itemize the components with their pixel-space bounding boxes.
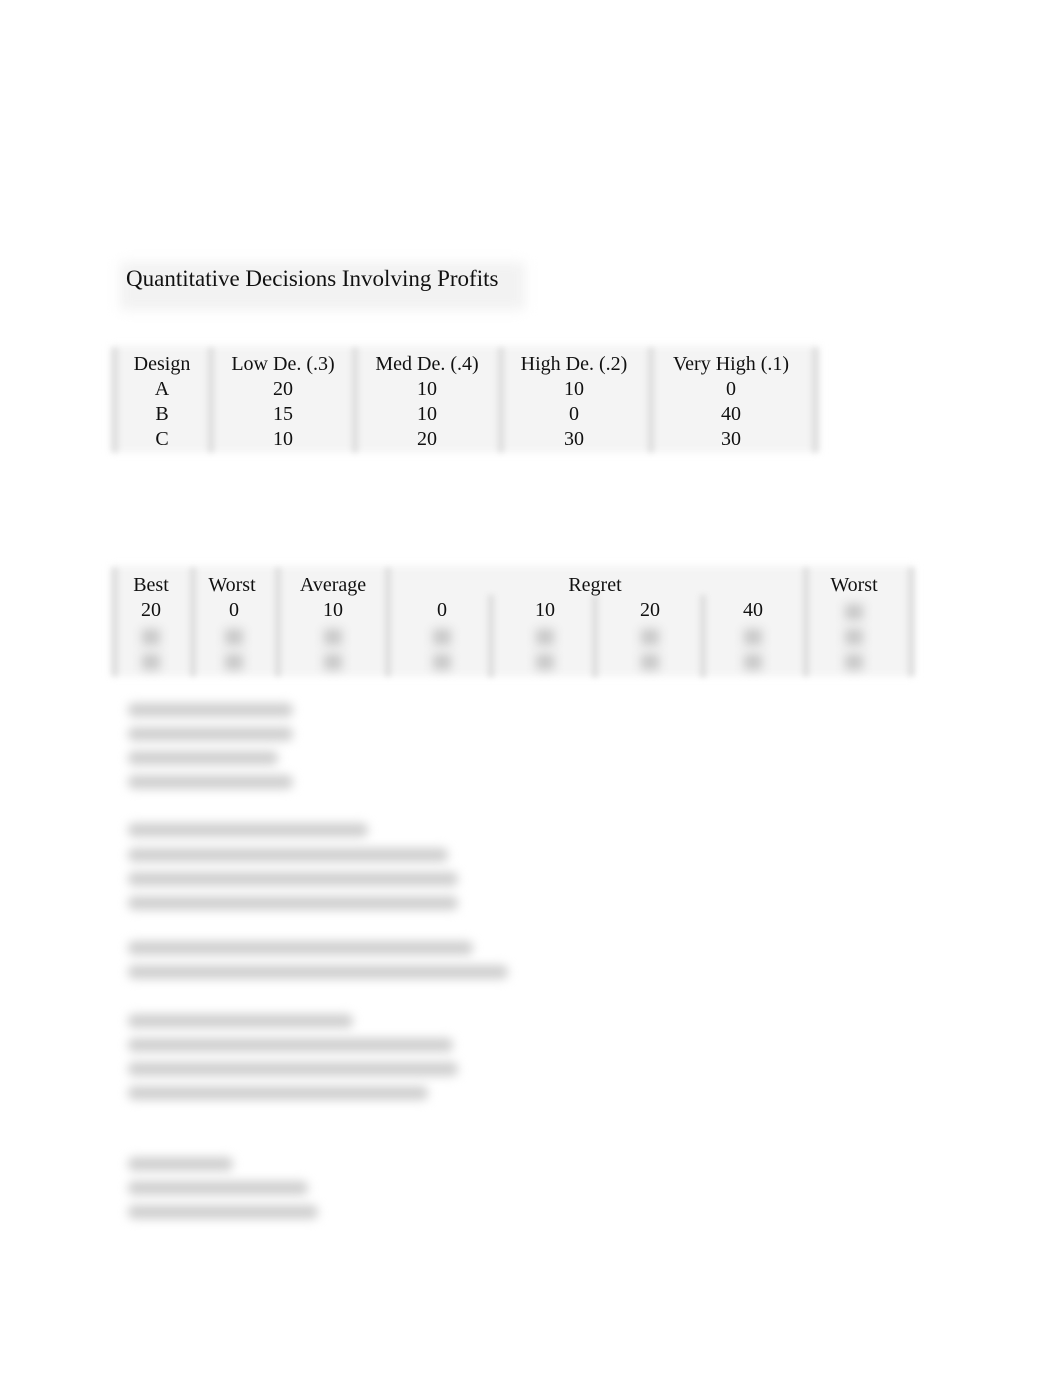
blurred-text-line [128, 1086, 428, 1100]
blurred-text-line [128, 751, 278, 765]
blurred-cell [744, 629, 762, 645]
blurred-text-line [128, 823, 368, 837]
blurred-text-line [128, 775, 293, 789]
table-cell: 10 [417, 403, 437, 425]
blurred-cell [845, 604, 863, 620]
blurred-text-line [128, 1062, 458, 1076]
table-cell: 0 [569, 403, 579, 425]
blurred-cell [641, 654, 659, 670]
table-cell: 0 [726, 378, 736, 400]
table-cell: C [155, 428, 169, 450]
blurred-text-line [128, 965, 508, 979]
table-cell: 30 [721, 428, 741, 450]
table-cell: 40 [721, 403, 741, 425]
blurred-text-line [128, 703, 293, 717]
blurred-cell [845, 629, 863, 645]
table-cell: 0 [437, 599, 447, 621]
table-cell: 15 [273, 403, 293, 425]
blurred-cell [536, 654, 554, 670]
table-header: Best [133, 574, 169, 596]
blurred-cell [142, 629, 160, 645]
column-divider [352, 348, 358, 452]
table-header: Average [299, 574, 367, 596]
blurred-text-line [128, 848, 448, 862]
table-cell: 30 [564, 428, 584, 450]
table-cell: 10 [273, 428, 293, 450]
table-cell: 0 [229, 599, 239, 621]
column-divider [112, 348, 118, 452]
table-header: Design [133, 353, 191, 375]
blurred-text-line [128, 941, 473, 955]
table-header: Worst [208, 574, 256, 596]
table-cell: 20 [640, 599, 660, 621]
column-divider [648, 348, 654, 452]
column-divider [488, 595, 494, 677]
blurred-cell [433, 654, 451, 670]
table-cell: 10 [323, 599, 343, 621]
table-header: Very High (.1) [672, 353, 790, 375]
blurred-text-line [128, 1157, 233, 1171]
table-cell: A [154, 378, 170, 400]
column-divider [498, 348, 504, 452]
blurred-cell [225, 629, 243, 645]
column-divider [190, 568, 196, 676]
blurred-text-line [128, 727, 293, 741]
table-cell: 20 [273, 378, 293, 400]
blurred-text-line [128, 872, 458, 886]
column-divider [812, 348, 818, 452]
table-cell: 10 [564, 378, 584, 400]
column-divider [803, 568, 809, 676]
table-cell: 10 [535, 599, 555, 621]
blurred-text-line [128, 1205, 318, 1219]
table-cell: 10 [417, 378, 437, 400]
blurred-cell [744, 654, 762, 670]
blurred-cell [142, 654, 160, 670]
column-divider [112, 568, 118, 676]
blurred-cell [536, 629, 554, 645]
blurred-cell [641, 629, 659, 645]
column-divider [208, 348, 214, 452]
table-header: High De. (.2) [520, 353, 628, 375]
table-header: Low De. (.3) [231, 353, 335, 375]
column-divider [385, 568, 391, 676]
blurred-cell [324, 629, 342, 645]
blurred-text-line [128, 1181, 308, 1195]
table-header: Worst [830, 574, 878, 596]
blurred-cell [433, 629, 451, 645]
blurred-cell [324, 654, 342, 670]
table-cell: 40 [743, 599, 763, 621]
column-divider [908, 568, 914, 676]
column-divider [592, 595, 598, 677]
blurred-text-line [128, 1038, 453, 1052]
column-divider [275, 568, 281, 676]
table-cell: B [155, 403, 169, 425]
table-header: Regret [568, 574, 622, 596]
column-divider [700, 595, 706, 677]
page-title: Quantitative Decisions Involving Profits [126, 266, 499, 291]
blurred-cell [225, 654, 243, 670]
blurred-text-line [128, 896, 458, 910]
table-cell: 20 [417, 428, 437, 450]
blurred-cell [845, 654, 863, 670]
table-header: Med De. (.4) [375, 353, 479, 375]
blurred-text-line [128, 1014, 353, 1028]
table-cell: 20 [141, 599, 161, 621]
